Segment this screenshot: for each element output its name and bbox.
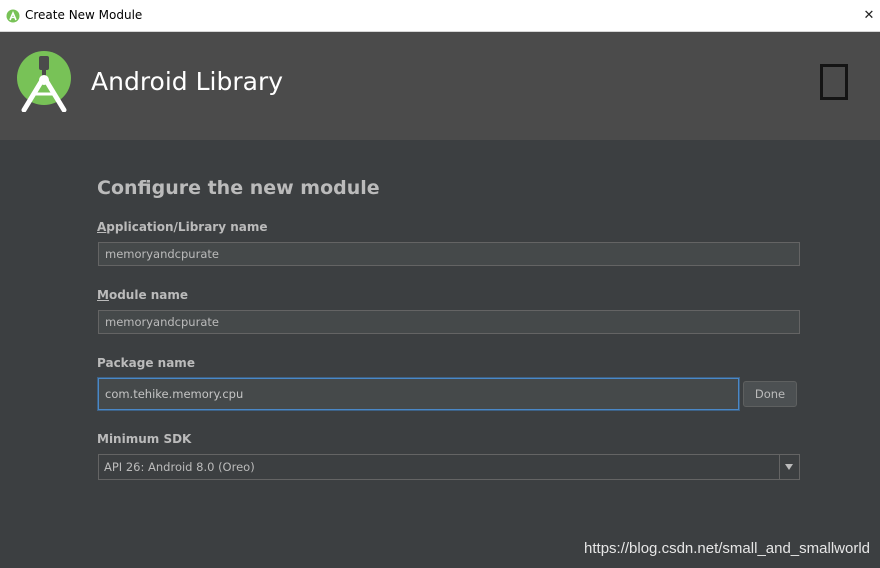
header-title: Android Library bbox=[91, 67, 284, 96]
title-bar: Create New Module ✕ bbox=[0, 0, 880, 32]
module-name-label-mnemonic: M bbox=[97, 288, 109, 302]
android-studio-icon bbox=[6, 9, 20, 23]
module-name-label: Module name bbox=[97, 288, 188, 302]
min-sdk-dropdown[interactable]: API 26: Android 8.0 (Oreo) bbox=[98, 454, 800, 480]
dropdown-toggle[interactable] bbox=[779, 455, 799, 479]
app-name-field[interactable]: memoryandcpurate bbox=[98, 242, 800, 266]
watermark-text: https://blog.csdn.net/small_and_smallwor… bbox=[584, 540, 870, 557]
min-sdk-selected-value: API 26: Android 8.0 (Oreo) bbox=[104, 460, 255, 474]
app-name-label-text: pplication/Library name bbox=[106, 220, 268, 234]
chevron-down-icon bbox=[785, 464, 793, 470]
close-icon[interactable]: ✕ bbox=[858, 0, 880, 32]
done-button[interactable]: Done bbox=[743, 381, 797, 407]
min-sdk-label: Minimum SDK bbox=[97, 432, 192, 446]
header-banner: Android Library bbox=[0, 32, 880, 140]
android-studio-logo-icon bbox=[17, 51, 71, 112]
app-name-label-mnemonic: A bbox=[97, 220, 107, 234]
page-heading: Configure the new module bbox=[97, 177, 380, 199]
module-name-label-text: odule name bbox=[108, 288, 189, 302]
module-name-field[interactable]: memoryandcpurate bbox=[98, 310, 800, 334]
window-title: Create New Module bbox=[25, 8, 143, 22]
package-name-label: Package name bbox=[97, 356, 195, 370]
package-name-field[interactable]: com.tehike.memory.cpu bbox=[98, 378, 739, 410]
app-name-label: Application/Library name bbox=[97, 220, 268, 234]
form-factor-frame-icon bbox=[820, 64, 848, 100]
